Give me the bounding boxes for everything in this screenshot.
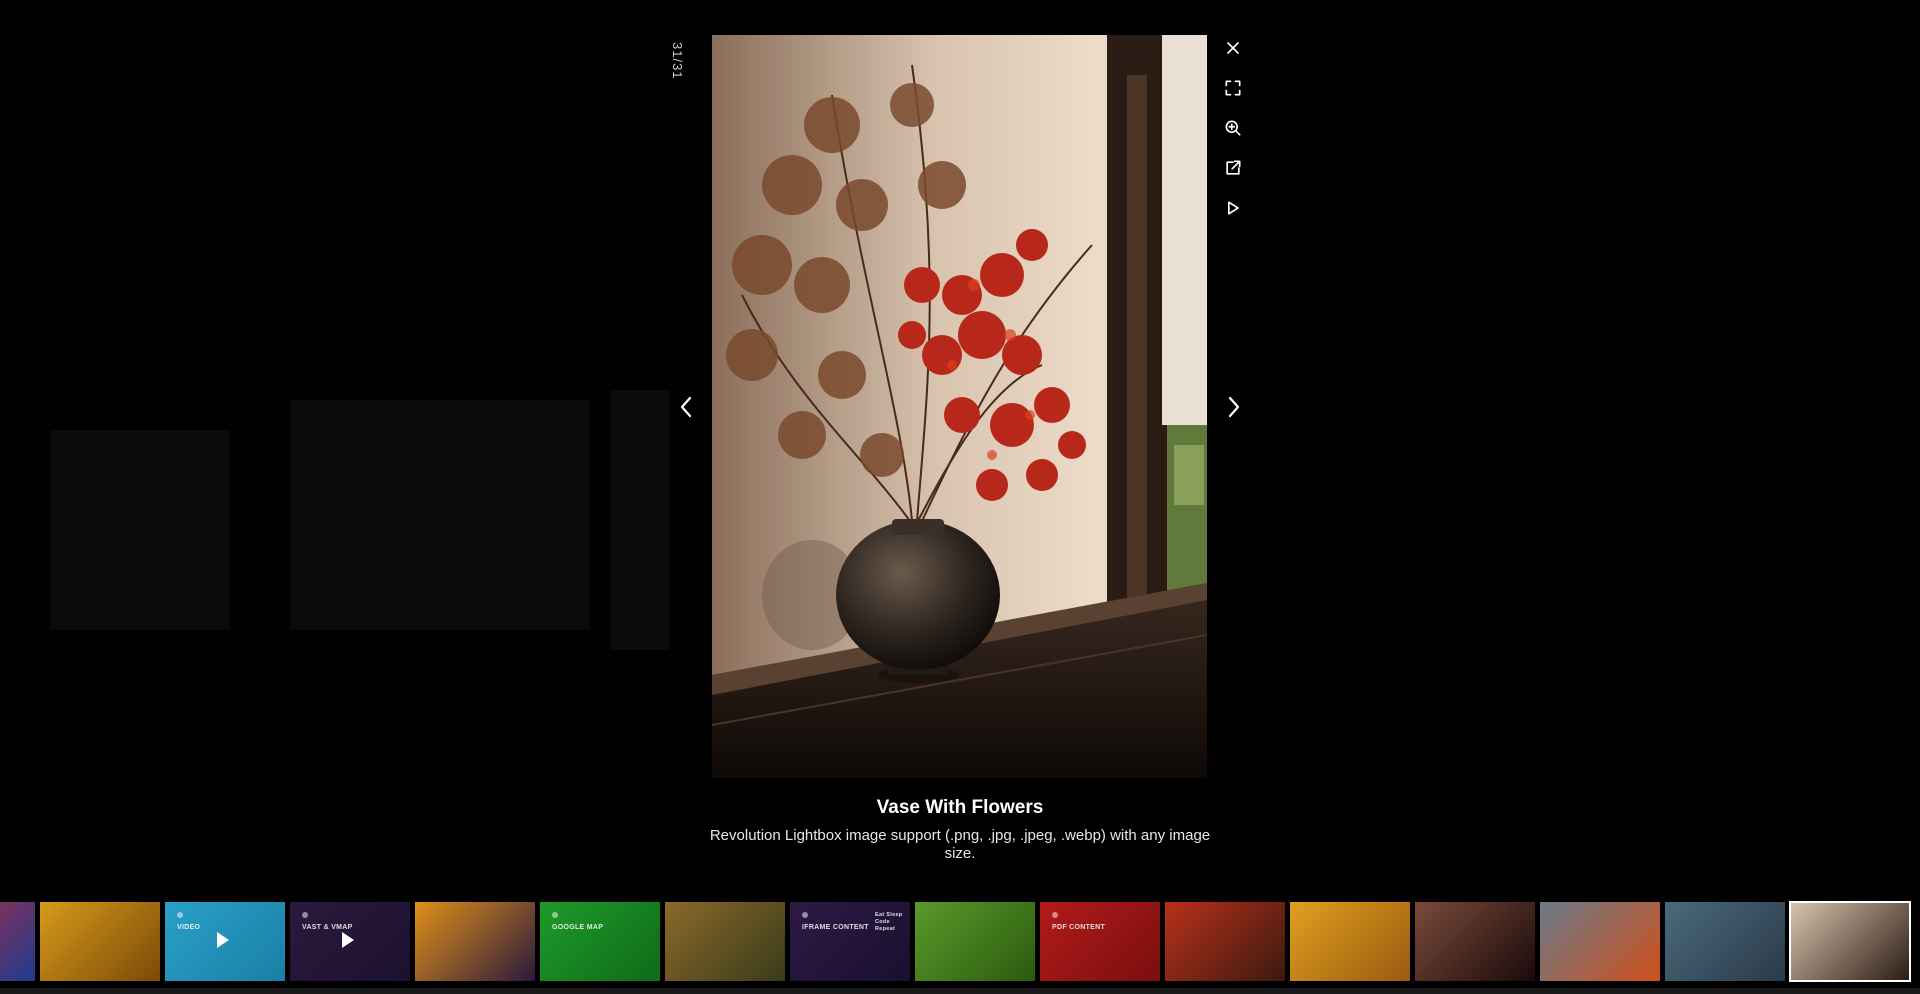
thumbnail-6[interactable]: GOOGLE MAP [540, 902, 660, 981]
caption-description: Revolution Lightbox image support (.png,… [709, 827, 1211, 862]
thumbnail-label: IFRAME CONTENT [802, 924, 869, 931]
fullscreen-icon [1225, 80, 1241, 96]
slide-counter: 31/31 [670, 42, 685, 80]
close-button[interactable] [1217, 32, 1249, 64]
thumbnail-dot [552, 912, 558, 918]
zoom-in-icon [1225, 120, 1241, 136]
thumbnail-12[interactable] [1290, 902, 1410, 981]
fullscreen-button[interactable] [1217, 72, 1249, 104]
thumbnail-13[interactable] [1415, 902, 1535, 981]
thumbnail-label: GOOGLE MAP [552, 924, 604, 931]
thumbnail-label: VIDEO [177, 924, 201, 931]
previous-button[interactable] [670, 389, 702, 425]
thumbnail-side-label: Eat Sleep Code Repeat [875, 912, 903, 932]
thumbnail-16[interactable] [1789, 901, 1911, 982]
thumbnail-dot [177, 912, 183, 918]
next-button[interactable] [1218, 389, 1250, 425]
thumbnail-15[interactable] [1665, 902, 1785, 981]
thumbnail-5[interactable] [415, 902, 535, 981]
thumbnail-7[interactable] [665, 902, 785, 981]
thumbnail-4[interactable]: VAST & VMAP [290, 902, 410, 981]
thumbnail-3[interactable]: VIDEO [165, 902, 285, 981]
thumbnail-8[interactable]: IFRAME CONTENT Eat Sleep Code Repeat [790, 902, 910, 981]
background-page [50, 390, 670, 690]
lightbox-image[interactable] [712, 35, 1207, 778]
chevron-right-icon [1228, 396, 1240, 418]
chevron-left-icon [680, 396, 692, 418]
caption-title: Vase With Flowers [876, 797, 1044, 818]
share-icon [1226, 160, 1241, 175]
play-icon [342, 932, 354, 948]
thumbnail-dot [802, 912, 808, 918]
thumbnail-strip[interactable]: VIDEO VAST & VMAP GOOGLE MAP IFRAME CONTENT… [0, 900, 1920, 983]
thumbnail-dot [302, 912, 308, 918]
share-button[interactable] [1217, 152, 1249, 184]
scroll-track [0, 988, 1920, 994]
thumbnail-dot [1052, 912, 1058, 918]
caption: Vase With Flowers Revolution Lightbox im… [700, 797, 1220, 863]
lightbox-toolbar [1217, 32, 1249, 224]
thumbnail-14[interactable] [1540, 902, 1660, 981]
play-icon [1228, 201, 1239, 215]
thumbnail-11[interactable] [1165, 902, 1285, 981]
thumbnail-1[interactable] [0, 902, 35, 981]
thumbnail-2[interactable] [40, 902, 160, 981]
zoom-button[interactable] [1217, 112, 1249, 144]
thumbnail-10[interactable]: PDF CONTENT [1040, 902, 1160, 981]
close-icon [1227, 42, 1239, 54]
play-icon [217, 932, 229, 948]
thumbnail-9[interactable] [915, 902, 1035, 981]
slideshow-button[interactable] [1217, 192, 1249, 224]
thumbnail-label: VAST & VMAP [302, 924, 353, 931]
thumbnail-label: PDF CONTENT [1052, 924, 1106, 931]
